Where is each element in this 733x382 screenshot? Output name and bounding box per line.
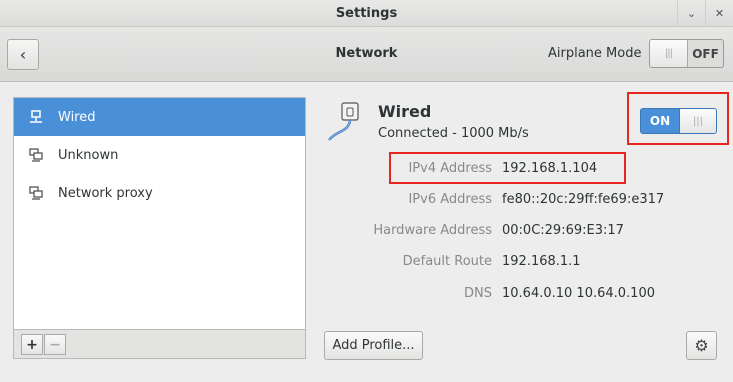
sidebar-item-network-proxy[interactable]: Network proxy xyxy=(14,174,305,212)
close-button[interactable]: ✕ xyxy=(705,0,733,27)
dns-value: 10.64.0.10 10.64.0.100 xyxy=(502,286,655,301)
add-connection-button[interactable]: + xyxy=(21,334,43,355)
network-proxy-icon xyxy=(29,186,43,200)
header-bar: ‹ Network Airplane Mode ||| OFF xyxy=(0,27,733,82)
connection-list-toolbar: + − xyxy=(13,329,306,359)
default-route-label: Default Route xyxy=(402,254,492,269)
add-profile-button[interactable]: Add Profile... xyxy=(324,331,423,360)
airplane-mode-label: Airplane Mode xyxy=(548,46,642,61)
connection-settings-button[interactable]: ⚙ xyxy=(686,331,717,360)
hardware-address-label: Hardware Address xyxy=(373,223,492,238)
sidebar-item-label: Unknown xyxy=(58,147,119,163)
device-name: Wired xyxy=(378,102,432,121)
gear-icon: ⚙ xyxy=(694,336,709,355)
minimize-button[interactable]: ⌄ xyxy=(677,0,705,27)
ipv6-address-value: fe80::20c:29ff:fe69:e317 xyxy=(502,192,665,207)
remove-connection-button[interactable]: − xyxy=(44,334,66,355)
highlight-box-ipv4 xyxy=(389,152,626,184)
highlight-box-switch xyxy=(627,92,729,145)
connection-list: Wired Unknown Network proxy xyxy=(13,97,306,330)
sidebar-item-unknown[interactable]: Unknown xyxy=(14,136,305,174)
switch-knob: ||| xyxy=(650,40,688,67)
network-icon xyxy=(29,148,43,162)
dns-label: DNS xyxy=(464,286,492,301)
connection-status: Connected - 1000 Mb/s xyxy=(378,126,529,141)
hardware-address-value: 00:0C:29:69:E3:17 xyxy=(502,223,624,238)
window-controls: ⌄ ✕ xyxy=(677,0,733,27)
sidebar-item-wired[interactable]: Wired xyxy=(14,98,305,136)
wired-network-icon xyxy=(29,110,43,124)
sidebar-item-label: Network proxy xyxy=(58,185,153,201)
ethernet-cable-icon xyxy=(325,100,370,145)
sidebar-item-label: Wired xyxy=(58,109,96,125)
window-title: Settings xyxy=(335,6,398,21)
default-route-value: 192.168.1.1 xyxy=(502,254,581,269)
switch-state-label: OFF xyxy=(692,46,719,61)
ipv6-address-label: IPv6 Address xyxy=(408,192,492,207)
airplane-mode-switch[interactable]: ||| OFF xyxy=(649,39,724,68)
title-bar: Settings ⌄ ✕ xyxy=(0,0,733,27)
